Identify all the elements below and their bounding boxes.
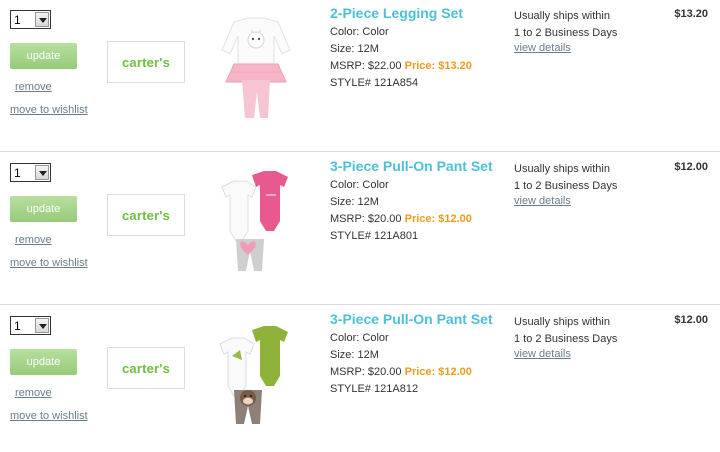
item-total: $13.20 — [674, 8, 708, 20]
shipping-text-line2: 1 to 2 Business Days — [514, 180, 618, 192]
product-image[interactable] — [212, 161, 300, 273]
product-pricing: MSRP: $22.00 Price: $13.20 — [330, 58, 510, 75]
brand-logo: carter's — [107, 347, 185, 389]
update-button[interactable]: update — [10, 43, 77, 69]
product-info: 3-Piece Pull-On Pant Set Color: Color Si… — [330, 158, 510, 245]
product-size: Size: 12M — [330, 43, 379, 55]
product-title-link[interactable]: 3-Piece Pull-On Pant Set — [330, 158, 510, 174]
product-title-link[interactable]: 3-Piece Pull-On Pant Set — [330, 311, 510, 327]
cart-item-row: 1 update remove move to wishlist carter'… — [0, 0, 720, 153]
product-size: Size: 12M — [330, 349, 379, 361]
shipping-text-line2: 1 to 2 Business Days — [514, 27, 618, 39]
product-title-link[interactable]: 2-Piece Legging Set — [330, 5, 510, 21]
msrp-price: MSRP: $22.00 — [330, 60, 402, 72]
sale-price: Price: $12.00 — [404, 366, 472, 378]
remove-link[interactable]: remove — [15, 81, 52, 93]
sale-price: Price: $13.20 — [404, 60, 472, 72]
brand-logo: carter's — [107, 41, 185, 83]
quantity-value: 1 — [14, 165, 21, 180]
chevron-down-icon[interactable] — [35, 12, 49, 27]
product-color: Color: Color — [330, 332, 389, 344]
shipping-text-line2: 1 to 2 Business Days — [514, 333, 618, 345]
row-divider — [0, 151, 720, 152]
brand-logo-text: carter's — [121, 54, 171, 70]
brand-logo: carter's — [107, 194, 185, 236]
msrp-price: MSRP: $20.00 — [330, 213, 402, 225]
row-divider — [0, 304, 720, 305]
product-color: Color: Color — [330, 26, 389, 38]
brand-logo-text: carter's — [121, 207, 171, 223]
shipping-info: Usually ships within 1 to 2 Business Day… — [514, 161, 644, 207]
view-details-link[interactable]: view details — [514, 195, 571, 207]
chevron-down-icon[interactable] — [35, 165, 49, 180]
remove-link[interactable]: remove — [15, 387, 52, 399]
msrp-price: MSRP: $20.00 — [330, 366, 402, 378]
quantity-value: 1 — [14, 12, 21, 27]
product-image[interactable] — [212, 314, 300, 426]
move-to-wishlist-link[interactable]: move to wishlist — [10, 410, 88, 422]
remove-link[interactable]: remove — [15, 234, 52, 246]
product-pricing: MSRP: $20.00 Price: $12.00 — [330, 364, 510, 381]
item-total: $12.00 — [674, 161, 708, 173]
chevron-down-icon[interactable] — [35, 318, 49, 333]
brand-logo-text: carter's — [121, 360, 171, 376]
product-size: Size: 12M — [330, 196, 379, 208]
update-button[interactable]: update — [10, 349, 77, 375]
product-image[interactable] — [212, 8, 300, 120]
move-to-wishlist-link[interactable]: move to wishlist — [10, 257, 88, 269]
product-pricing: MSRP: $20.00 Price: $12.00 — [330, 211, 510, 228]
product-info: 3-Piece Pull-On Pant Set Color: Color Si… — [330, 311, 510, 398]
shipping-text-line1: Usually ships within — [514, 163, 610, 175]
update-button[interactable]: update — [10, 196, 77, 222]
quantity-select[interactable]: 1 — [10, 163, 51, 182]
move-to-wishlist-link[interactable]: move to wishlist — [10, 104, 88, 116]
product-info: 2-Piece Legging Set Color: Color Size: 1… — [330, 5, 510, 92]
quantity-select[interactable]: 1 — [10, 10, 51, 29]
product-style: STYLE# 121A854 — [330, 77, 419, 89]
quantity-select[interactable]: 1 — [10, 316, 51, 335]
view-details-link[interactable]: view details — [514, 348, 571, 360]
shipping-text-line1: Usually ships within — [514, 10, 610, 22]
product-style: STYLE# 121A801 — [330, 230, 419, 242]
shipping-info: Usually ships within 1 to 2 Business Day… — [514, 314, 644, 360]
view-details-link[interactable]: view details — [514, 42, 571, 54]
item-total: $12.00 — [674, 314, 708, 326]
product-style: STYLE# 121A812 — [330, 383, 419, 395]
shipping-info: Usually ships within 1 to 2 Business Day… — [514, 8, 644, 54]
cart-item-row: 1 update remove move to wishlist carter'… — [0, 153, 720, 306]
shipping-text-line1: Usually ships within — [514, 316, 610, 328]
sale-price: Price: $12.00 — [404, 213, 472, 225]
quantity-value: 1 — [14, 318, 21, 333]
cart-item-row: 1 update remove move to wishlist carter'… — [0, 306, 720, 452]
product-color: Color: Color — [330, 179, 389, 191]
